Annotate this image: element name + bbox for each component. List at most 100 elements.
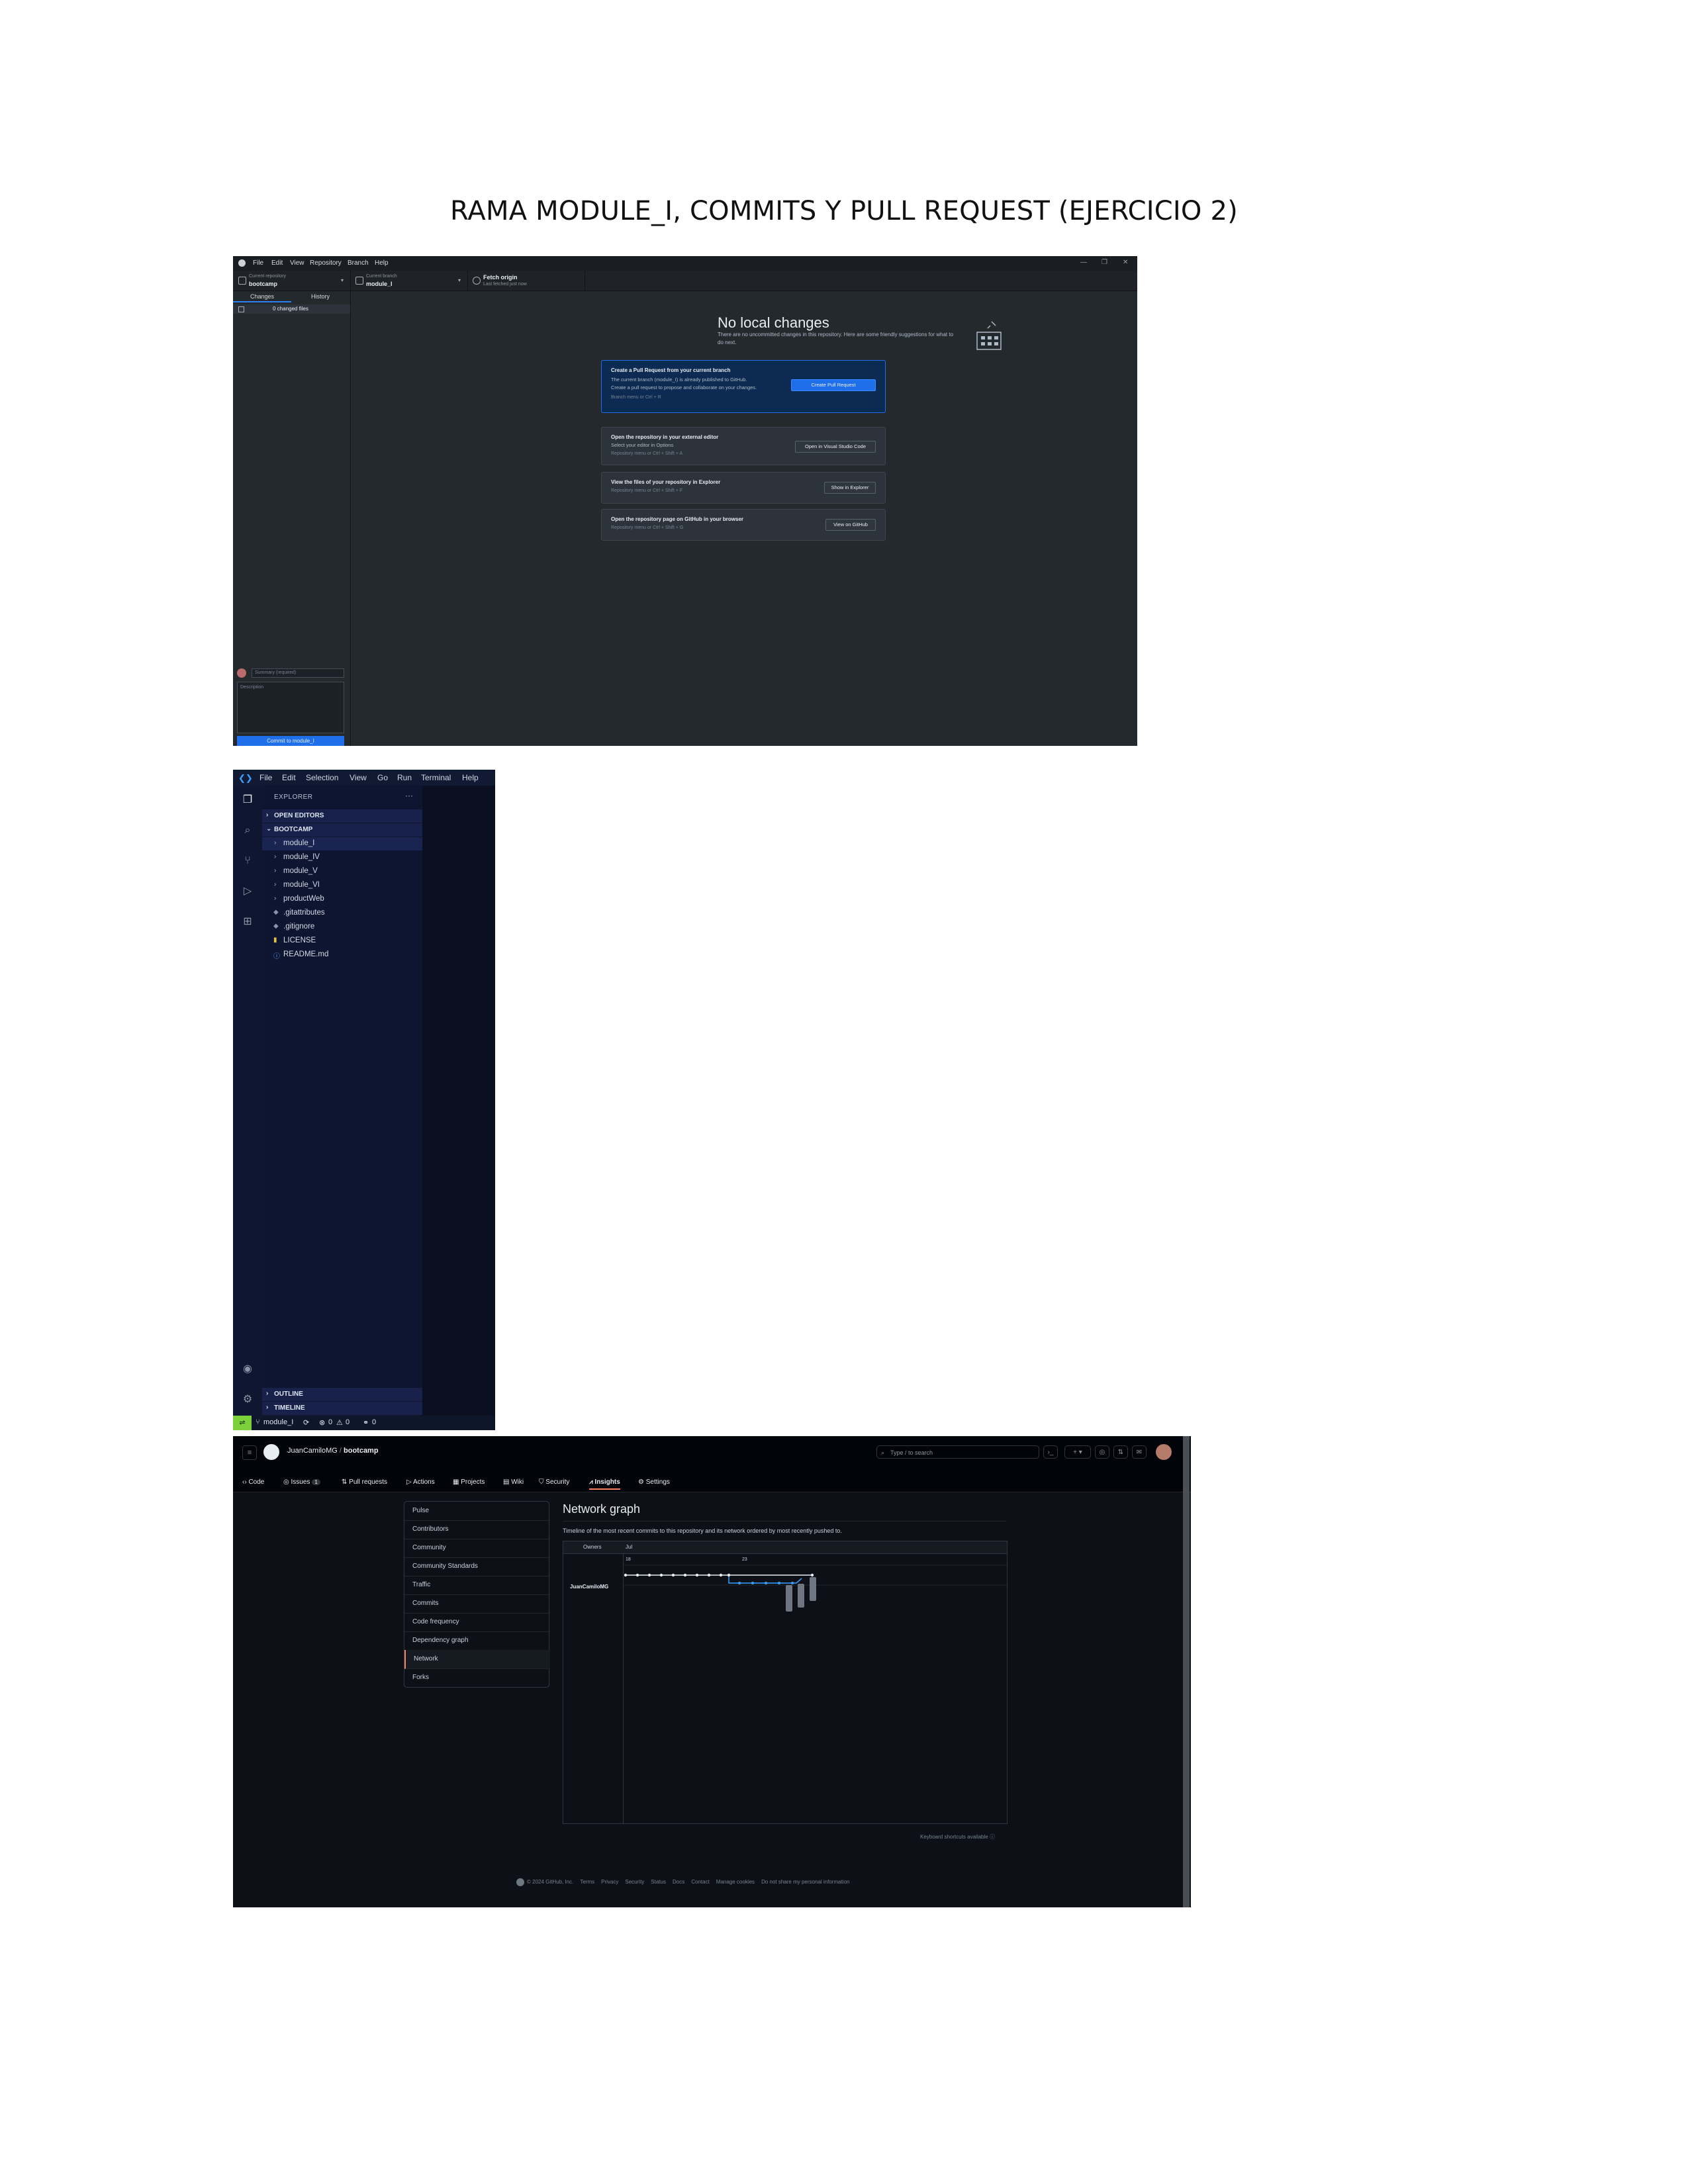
- account-icon[interactable]: ◉: [241, 1363, 254, 1376]
- search-icon[interactable]: ⌕: [241, 824, 254, 837]
- footer-link[interactable]: Docs: [673, 1879, 684, 1885]
- tab-code[interactable]: ‹› Code: [242, 1479, 264, 1486]
- menu-icon[interactable]: ≡: [242, 1445, 257, 1460]
- tab-changes[interactable]: Changes: [233, 293, 291, 302]
- tree-item[interactable]: ⓘ README.md: [262, 948, 422, 962]
- tab-wiki[interactable]: ▤ Wiki: [503, 1479, 524, 1486]
- open-in-vscode-button[interactable]: Open in Visual Studio Code: [795, 441, 876, 453]
- section-timeline[interactable]: › TIMELINE: [262, 1402, 422, 1415]
- remote-icon[interactable]: ⇌: [233, 1416, 252, 1430]
- menu-network[interactable]: Network: [404, 1650, 550, 1669]
- menu-selection[interactable]: Selection: [306, 773, 338, 782]
- tree-item[interactable]: › module_IV: [262, 851, 422, 864]
- tab-settings[interactable]: ⚙ Settings: [638, 1479, 670, 1486]
- menu-pulse[interactable]: Pulse: [404, 1502, 549, 1521]
- footer-link[interactable]: Contact: [691, 1879, 710, 1885]
- search-input[interactable]: ⌕ Type / to search: [876, 1445, 1039, 1459]
- github-logo-icon[interactable]: [263, 1444, 279, 1460]
- show-in-explorer-button[interactable]: Show in Explorer: [824, 482, 876, 494]
- tree-item[interactable]: ▮ LICENSE: [262, 934, 422, 948]
- menu-traffic[interactable]: Traffic: [404, 1576, 549, 1595]
- tab-projects[interactable]: ▦ Projects: [453, 1479, 485, 1486]
- tree-item[interactable]: › module_VI: [262, 879, 422, 892]
- menu-contributors[interactable]: Contributors: [404, 1520, 549, 1539]
- more-actions-icon[interactable]: ···: [405, 791, 413, 800]
- footer-link[interactable]: Terms: [580, 1879, 594, 1885]
- tab-issues[interactable]: ◎ Issues 1: [283, 1479, 320, 1486]
- close-icon[interactable]: ✕: [1123, 259, 1128, 266]
- footer-link[interactable]: Manage cookies: [716, 1879, 755, 1885]
- status-branch[interactable]: module_I: [263, 1418, 293, 1426]
- tab-actions[interactable]: ▷ Actions: [406, 1479, 435, 1486]
- menu-community-standards[interactable]: Community Standards: [404, 1557, 549, 1576]
- menu-help[interactable]: Help: [375, 259, 389, 267]
- commit-button[interactable]: Commit to module_I: [237, 736, 344, 746]
- menu-edit[interactable]: Edit: [271, 259, 283, 267]
- keyboard-shortcuts-hint[interactable]: Keyboard shortcuts available ⓘ: [920, 1833, 995, 1841]
- menu-edit[interactable]: Edit: [282, 773, 296, 782]
- menu-go[interactable]: Go: [377, 773, 388, 782]
- menu-help[interactable]: Help: [462, 773, 479, 782]
- tree-item[interactable]: › productWeb: [262, 893, 422, 906]
- minimize-icon[interactable]: —: [1080, 259, 1087, 266]
- menu-view[interactable]: View: [350, 773, 367, 782]
- tree-item[interactable]: › module_I: [262, 837, 422, 850]
- menu-file[interactable]: File: [259, 773, 272, 782]
- repo-link[interactable]: bootcamp: [344, 1447, 379, 1455]
- owner-link[interactable]: JuanCamiloMG: [287, 1447, 338, 1455]
- menu-terminal[interactable]: Terminal: [421, 773, 451, 782]
- current-repository-selector[interactable]: Current repository bootcamp ▾: [233, 271, 351, 291]
- footer-link[interactable]: Security: [625, 1879, 644, 1885]
- status-ports[interactable]: 0: [372, 1418, 376, 1426]
- create-pr-card: Create a Pull Request from your current …: [601, 360, 886, 413]
- menu-commits[interactable]: Commits: [404, 1594, 549, 1614]
- section-outline[interactable]: › OUTLINE: [262, 1388, 422, 1401]
- chevron-right-icon: ›: [266, 1390, 269, 1397]
- source-control-icon[interactable]: ⑂: [241, 854, 254, 868]
- issues-icon[interactable]: ◎: [1095, 1445, 1109, 1459]
- menu-view[interactable]: View: [290, 259, 305, 267]
- sync-icon[interactable]: ⟳: [303, 1418, 309, 1427]
- fetch-origin-button[interactable]: Fetch origin Last fetched just now: [467, 271, 585, 291]
- tree-item[interactable]: › module_V: [262, 865, 422, 878]
- menu-repository[interactable]: Repository: [310, 259, 342, 267]
- chevron-down-icon: ▾: [340, 277, 344, 283]
- current-branch-selector[interactable]: Current branch module_I ▾: [350, 271, 468, 291]
- tab-security[interactable]: ⛉ Security: [539, 1479, 569, 1486]
- menu-dependency-graph[interactable]: Dependency graph: [404, 1631, 549, 1651]
- footer-link[interactable]: Privacy: [601, 1879, 618, 1885]
- gear-icon[interactable]: ⚙: [241, 1393, 254, 1406]
- menu-branch[interactable]: Branch: [348, 259, 369, 267]
- menu-run[interactable]: Run: [397, 773, 412, 782]
- summary-input[interactable]: Summary (required): [252, 668, 344, 678]
- menu-community[interactable]: Community: [404, 1539, 549, 1558]
- maximize-icon[interactable]: ❐: [1102, 259, 1107, 266]
- scrollbar[interactable]: [1183, 1436, 1190, 1907]
- menu-forks[interactable]: Forks: [404, 1668, 549, 1687]
- section-workspace[interactable]: ⌄ BOOTCAMP: [262, 823, 422, 837]
- pull-requests-icon[interactable]: ⇅: [1113, 1445, 1128, 1459]
- menu-code-frequency[interactable]: Code frequency: [404, 1613, 549, 1632]
- avatar[interactable]: [1156, 1444, 1172, 1460]
- run-debug-icon[interactable]: ▷: [241, 885, 254, 898]
- status-warnings[interactable]: 0: [346, 1418, 350, 1426]
- menu-file[interactable]: File: [253, 259, 263, 267]
- footer-link[interactable]: Status: [651, 1879, 666, 1885]
- view-on-github-button[interactable]: View on GitHub: [825, 519, 876, 531]
- section-open-editors[interactable]: › OPEN EDITORS: [262, 809, 422, 823]
- inbox-icon[interactable]: ✉: [1132, 1445, 1147, 1459]
- description-input[interactable]: Description: [237, 682, 344, 733]
- status-errors[interactable]: 0: [328, 1418, 332, 1426]
- create-new-icon[interactable]: + ▾: [1064, 1445, 1091, 1459]
- command-palette-icon[interactable]: ›_: [1043, 1445, 1058, 1459]
- tree-item[interactable]: ◆ .gitignore: [262, 921, 422, 934]
- tree-item[interactable]: ◆ .gitattributes: [262, 907, 422, 920]
- footer-link[interactable]: Do not share my personal information: [761, 1879, 849, 1885]
- create-pull-request-button[interactable]: Create Pull Request: [791, 379, 876, 391]
- select-all-checkbox[interactable]: [238, 306, 244, 312]
- tab-history[interactable]: History: [291, 293, 350, 300]
- tab-insights[interactable]: ⩘ Insights: [589, 1479, 620, 1490]
- tab-pull-requests[interactable]: ⇅ Pull requests: [342, 1479, 387, 1486]
- explorer-icon[interactable]: ❐: [241, 794, 254, 807]
- extensions-icon[interactable]: ⊞: [241, 915, 254, 929]
